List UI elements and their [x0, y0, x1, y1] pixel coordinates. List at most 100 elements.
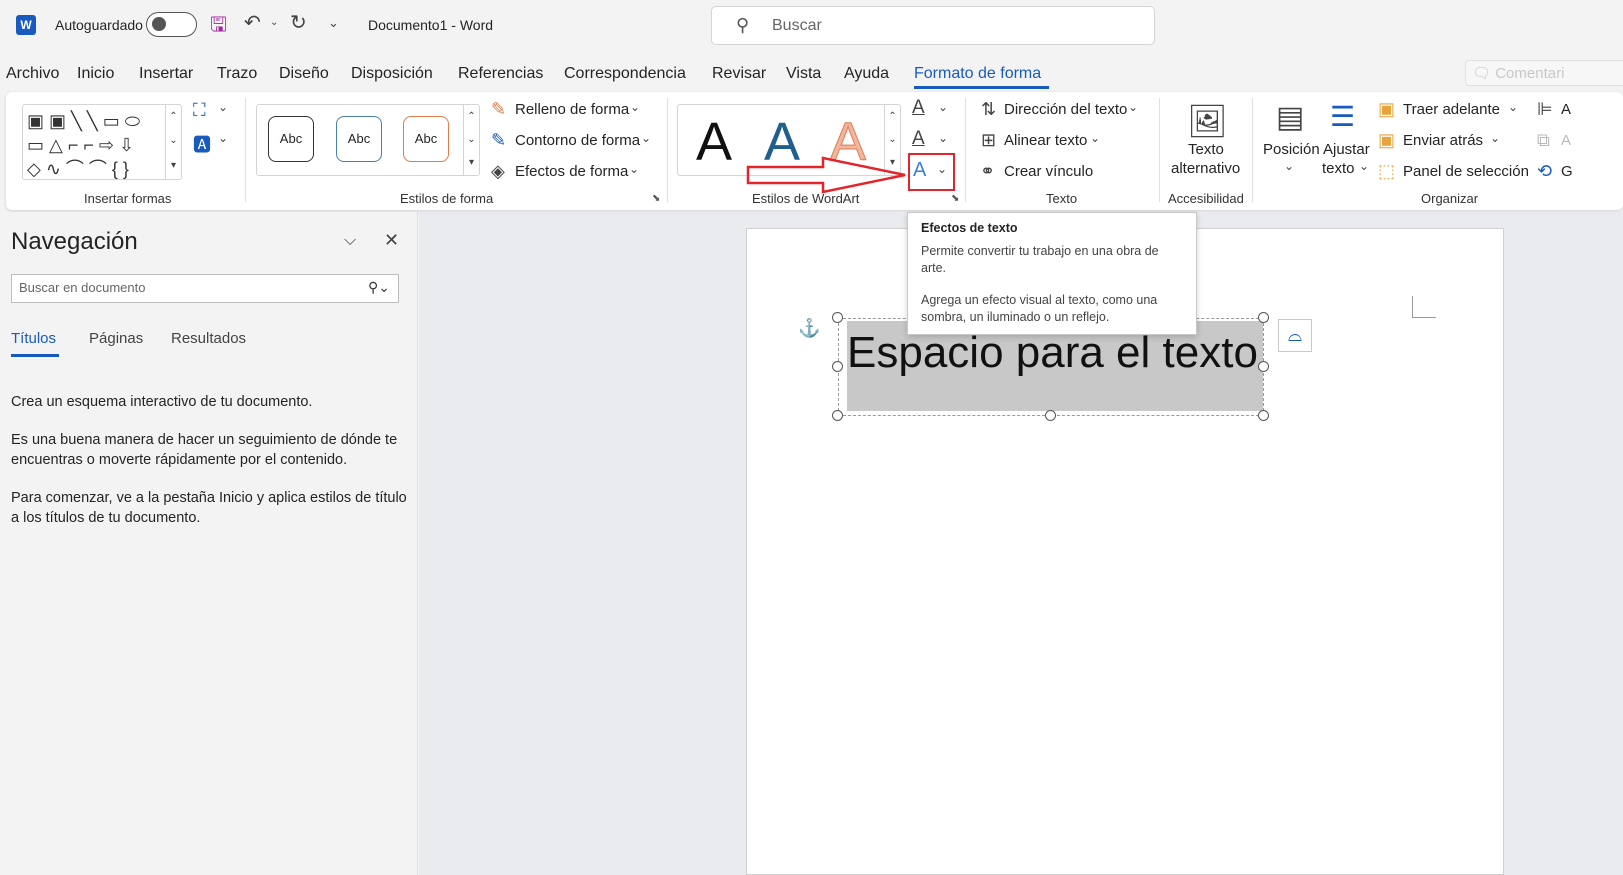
- textbox-icon[interactable]: 🅰: [193, 131, 211, 157]
- shape-effects-button[interactable]: Efectos de forma: [515, 163, 628, 180]
- shape-fill-icon: ✎: [491, 99, 507, 119]
- shape-styles-launcher-icon[interactable]: ⬊: [652, 193, 660, 204]
- tab-vista[interactable]: Vista: [786, 65, 821, 83]
- resize-handle-right[interactable]: [1258, 361, 1269, 372]
- nav-tab-paginas[interactable]: Páginas: [89, 330, 143, 347]
- link-icon: ⚭: [980, 161, 996, 181]
- wrap-text-dropdown-icon[interactable]: ⌄: [1359, 159, 1369, 173]
- resize-handle-bottom-right[interactable]: [1258, 410, 1269, 421]
- bring-forward-button[interactable]: Traer adelante: [1403, 101, 1500, 118]
- textbox-dropdown-icon[interactable]: ⌄: [218, 131, 228, 145]
- wrap-text-icon[interactable]: ☰: [1330, 100, 1355, 133]
- tab-inicio[interactable]: Inicio: [77, 65, 114, 83]
- shapes-gallery-scroll[interactable]: ⌃ ⌄ ▾: [165, 105, 181, 179]
- shape-styles-scroll[interactable]: ⌃ ⌄ ▾: [463, 105, 479, 175]
- shapes-gallery[interactable]: ▣▣╲╲▭⬭ ▭△⌐⌐⇨⇩ ◇∿⌒⌒{} ⌃ ⌄ ▾: [22, 104, 182, 180]
- wordart-launcher-icon[interactable]: ⬊: [951, 193, 959, 204]
- shape-effects-dropdown-icon[interactable]: ⌄: [629, 162, 639, 176]
- shape-style-1[interactable]: Abc: [268, 116, 314, 162]
- group-separator: [1159, 98, 1160, 202]
- search-box[interactable]: ⚲ Buscar: [711, 6, 1155, 45]
- group-button-cut: A: [1561, 132, 1572, 149]
- title-bar: W Autoguardado 🖫 ↶ ⌄ ↻ ⌄ Documento1 - Wo…: [0, 0, 1623, 52]
- text-direction-dropdown-icon[interactable]: ⌄: [1128, 100, 1138, 114]
- autosave-toggle[interactable]: [146, 12, 197, 37]
- group-label-estilos-wordart: Estilos de WordArt: [752, 191, 860, 206]
- alt-text-label-2[interactable]: alternativo: [1171, 160, 1240, 177]
- rotate-button-cut[interactable]: G: [1561, 163, 1573, 180]
- nav-tab-titulos[interactable]: Títulos: [11, 330, 56, 347]
- group-separator: [667, 98, 668, 202]
- redo-icon[interactable]: ↻: [290, 13, 307, 33]
- align-text-icon: ⊞: [981, 130, 997, 150]
- customize-toolbar-icon[interactable]: ⌄: [328, 13, 339, 33]
- tab-insertar[interactable]: Insertar: [139, 65, 193, 83]
- send-backward-dropdown-icon[interactable]: ⌄: [1490, 131, 1500, 145]
- align-text-dropdown-icon[interactable]: ⌄: [1090, 131, 1100, 145]
- resize-handle-top-right[interactable]: [1258, 312, 1269, 323]
- shape-style-2[interactable]: Abc: [336, 116, 382, 162]
- close-icon[interactable]: ✕: [384, 230, 399, 251]
- create-link-button[interactable]: Crear vínculo: [1004, 163, 1093, 180]
- edit-shape-icon[interactable]: ⛶: [193, 100, 206, 121]
- tab-disposicion[interactable]: Disposición: [351, 65, 433, 83]
- tab-trazo[interactable]: Trazo: [217, 65, 257, 83]
- align-icon[interactable]: ⊫: [1537, 99, 1553, 120]
- tab-ayuda[interactable]: Ayuda: [844, 65, 889, 83]
- shape-fill-dropdown-icon[interactable]: ⌄: [630, 100, 640, 114]
- nav-search-icon[interactable]: ⚲⌄: [368, 279, 390, 296]
- shape-fill-button[interactable]: Relleno de forma: [515, 101, 629, 118]
- bring-forward-dropdown-icon[interactable]: ⌄: [1508, 100, 1518, 114]
- resize-handle-left[interactable]: [832, 361, 843, 372]
- wrap-text-label-2[interactable]: texto: [1322, 160, 1355, 177]
- wordart-style-1[interactable]: A: [696, 111, 732, 173]
- pane-options-chevron-icon[interactable]: ⌵: [344, 232, 356, 250]
- selection-pane-button[interactable]: Panel de selección: [1403, 163, 1529, 180]
- tab-archivo[interactable]: Archivo: [6, 65, 59, 83]
- nav-search-input[interactable]: Buscar en documento ⚲⌄: [11, 274, 399, 303]
- tab-diseno[interactable]: Diseño: [279, 65, 329, 83]
- edit-shape-dropdown-icon[interactable]: ⌄: [218, 100, 228, 114]
- shape-outline-dropdown-icon[interactable]: ⌄: [641, 131, 651, 145]
- group-label-organizar: Organizar: [1421, 191, 1479, 206]
- tab-correspondencia[interactable]: Correspondencia: [564, 65, 686, 83]
- send-backward-button[interactable]: Enviar atrás: [1403, 132, 1483, 149]
- text-fill-icon[interactable]: A: [912, 97, 925, 119]
- resize-handle-top-left[interactable]: [832, 312, 843, 323]
- alt-text-icon[interactable]: 🖼: [1187, 102, 1228, 140]
- document-title: Documento1 - Word: [368, 17, 494, 33]
- text-box-content[interactable]: Espacio para el texto: [847, 328, 1258, 378]
- position-button[interactable]: Posición: [1263, 141, 1320, 158]
- position-icon[interactable]: ▤: [1276, 100, 1304, 135]
- undo-dropdown-icon[interactable]: ⌄: [270, 13, 278, 33]
- tab-revisar[interactable]: Revisar: [712, 65, 766, 83]
- shape-style-3[interactable]: Abc: [403, 116, 449, 162]
- tooltip-paragraph-2: Agrega un efecto visual al texto, como u…: [921, 293, 1158, 324]
- nav-tab-resultados[interactable]: Resultados: [171, 330, 246, 347]
- wrap-text-label-1[interactable]: Ajustar: [1323, 141, 1370, 158]
- text-fill-dropdown-icon[interactable]: ⌄: [938, 100, 948, 114]
- nav-search-placeholder: Buscar en documento: [19, 280, 146, 295]
- align-button-cut[interactable]: A: [1561, 101, 1571, 118]
- rotate-icon[interactable]: ⟲: [1537, 161, 1552, 182]
- text-effects-tooltip: Efectos de texto Permite convertir tu tr…: [907, 212, 1197, 335]
- undo-icon[interactable]: ↶: [244, 13, 261, 33]
- alt-text-label-1[interactable]: Texto: [1188, 141, 1224, 158]
- save-icon[interactable]: 🖫: [210, 15, 227, 35]
- comments-label: Comentari: [1495, 65, 1565, 82]
- position-dropdown-icon[interactable]: ⌄: [1284, 159, 1294, 173]
- resize-handle-bottom-left[interactable]: [832, 410, 843, 421]
- shape-outline-button[interactable]: Contorno de forma: [515, 132, 640, 149]
- resize-handle-bottom[interactable]: [1045, 410, 1056, 421]
- text-outline-icon[interactable]: A: [912, 128, 925, 150]
- tab-referencias[interactable]: Referencias: [458, 65, 543, 83]
- layout-options-button[interactable]: ⌓: [1278, 319, 1312, 352]
- tooltip-paragraph-1: Permite convertir tu trabajo en una obra…: [921, 244, 1159, 275]
- text-direction-button[interactable]: Dirección del texto: [1004, 101, 1127, 118]
- text-outline-dropdown-icon[interactable]: ⌄: [938, 131, 948, 145]
- shape-styles-gallery[interactable]: Abc Abc Abc ⌃ ⌄ ▾: [256, 104, 480, 176]
- align-text-button[interactable]: Alinear texto: [1004, 132, 1087, 149]
- comment-icon: 🗨: [1472, 65, 1492, 82]
- comments-button[interactable]: 🗨 Comentari: [1465, 60, 1623, 86]
- tab-formato-de-forma[interactable]: Formato de forma: [914, 65, 1041, 83]
